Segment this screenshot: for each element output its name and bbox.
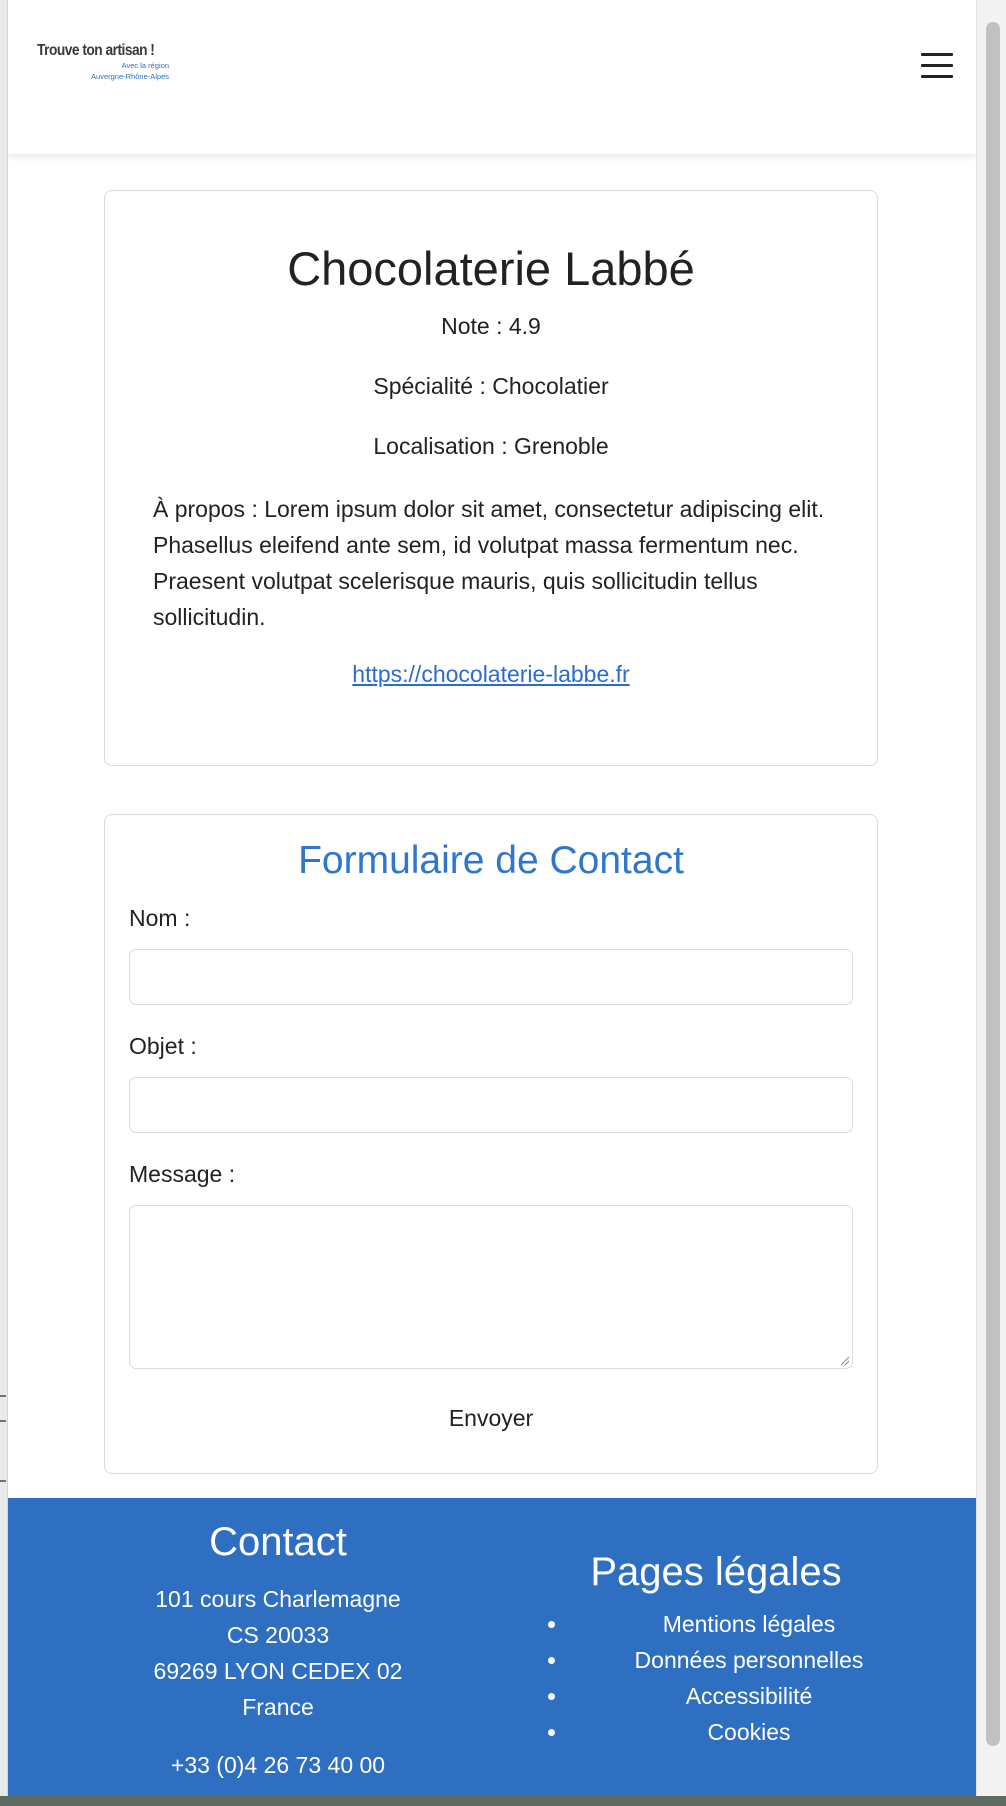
- logo-title: Trouve ton artisan !: [37, 42, 155, 59]
- site-header: Trouve ton artisan ! Avec la région Auve…: [8, 0, 976, 154]
- scrollbar-thumb[interactable]: [986, 22, 1000, 1746]
- hamburger-menu-icon[interactable]: [921, 53, 953, 79]
- legal-link-item: Mentions légales: [548, 1606, 928, 1642]
- artisan-specialty: Spécialité : Chocolatier: [373, 373, 609, 399]
- legal-link-accessibilite[interactable]: Accessibilité: [686, 1683, 813, 1709]
- legal-link-donnees[interactable]: Données personnelles: [635, 1647, 864, 1673]
- footer-legal-title: Pages légales: [590, 1550, 842, 1594]
- artisan-location: Localisation : Grenoble: [373, 433, 609, 459]
- site-logo[interactable]: Trouve ton artisan ! Avec la région Auve…: [37, 42, 177, 94]
- message-label: Message :: [129, 1161, 236, 1187]
- subject-input[interactable]: [129, 1077, 853, 1133]
- resize-grip-icon[interactable]: [838, 1354, 850, 1366]
- contact-form-title: Formulaire de Contact: [298, 839, 684, 882]
- footer-phone[interactable]: +33 (0)4 26 73 40 00: [8, 1752, 548, 1779]
- legal-link-item: Cookies: [548, 1714, 928, 1750]
- message-textarea[interactable]: [129, 1205, 853, 1369]
- footer-address-line-3: 69269 LYON CEDEX 02: [153, 1658, 403, 1684]
- subject-label: Objet :: [129, 1033, 197, 1059]
- logo-subtitle-2: Auvergne-Rhône-Alpes: [91, 72, 169, 81]
- legal-link-mentions[interactable]: Mentions légales: [663, 1611, 836, 1637]
- site-footer: Contact 101 cours Charlemagne CS 20033 6…: [8, 1498, 976, 1796]
- artisan-rating: Note : 4.9: [441, 313, 541, 339]
- artisan-profile-card: Chocolaterie Labbé Note : 4.9 Spécialité…: [104, 190, 878, 766]
- legal-link-item: Accessibilité: [548, 1678, 928, 1714]
- artisan-website-link[interactable]: https://chocolaterie-labbe.fr: [105, 661, 877, 688]
- contact-form-card: Formulaire de Contact Nom : Objet : Mess…: [104, 814, 878, 1474]
- legal-link-item: Données personnelles: [548, 1642, 928, 1678]
- window-bottom-edge: [0, 1796, 1006, 1806]
- legal-link-cookies[interactable]: Cookies: [707, 1719, 790, 1745]
- vertical-scrollbar[interactable]: [976, 0, 1006, 1796]
- footer-contact-title: Contact: [209, 1520, 347, 1564]
- name-input[interactable]: [129, 949, 853, 1005]
- send-button[interactable]: Envoyer: [105, 1405, 877, 1432]
- page: Trouve ton artisan ! Avec la région Auve…: [8, 0, 976, 1796]
- footer-address-line-2: CS 20033: [226, 1622, 330, 1648]
- logo-subtitle-1: Avec la région: [121, 61, 169, 70]
- footer-address-line-1: 101 cours Charlemagne: [155, 1586, 401, 1612]
- footer-address-line-4: France: [242, 1694, 314, 1720]
- legal-links-list: Mentions légales Données personnelles Ac…: [548, 1606, 928, 1750]
- name-label: Nom :: [129, 905, 191, 931]
- artisan-name: Chocolaterie Labbé: [287, 242, 695, 295]
- window-left-edge: [0, 0, 8, 1806]
- artisan-about: À propos : Lorem ipsum dolor sit amet, c…: [153, 496, 825, 630]
